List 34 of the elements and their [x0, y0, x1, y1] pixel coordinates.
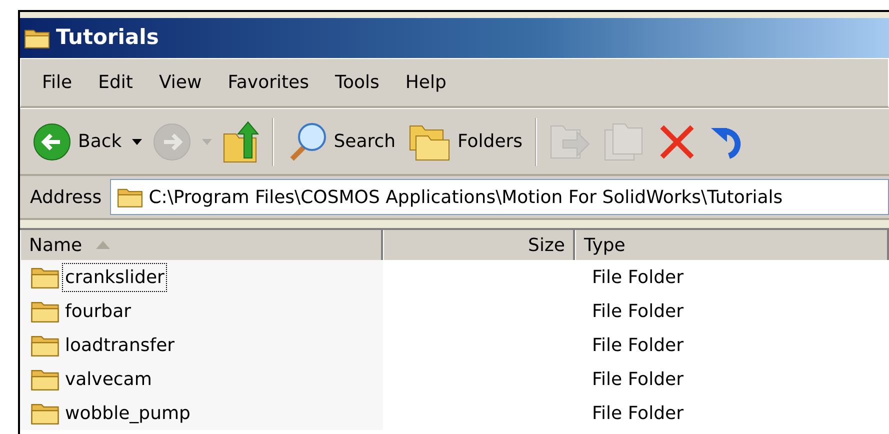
folder-icon [30, 299, 60, 323]
file-type: File Folder [591, 334, 684, 358]
menu-item[interactable]: Help [392, 69, 460, 96]
window-title: Tutorials [56, 24, 159, 52]
file-name[interactable]: fourbar [62, 296, 134, 326]
folder-icon [24, 27, 50, 49]
folder-icon [116, 186, 143, 208]
back-button[interactable]: Back [28, 114, 126, 170]
menu-item[interactable]: Favorites [214, 69, 322, 96]
folders-button[interactable]: Folders [404, 114, 527, 170]
sort-arrow-icon [96, 241, 110, 249]
menu-item[interactable]: File [29, 69, 86, 96]
file-type: File Folder [591, 402, 684, 426]
folder-icon [30, 333, 60, 357]
address-text: C:\Program Files\COSMOS Applications\Motion For SolidWorks\Tutorials [148, 186, 783, 210]
file-type: File Folder [591, 368, 684, 392]
column-header[interactable]: Type [575, 230, 889, 260]
file-type: File Folder [591, 300, 684, 324]
file-name[interactable]: crankslider [62, 262, 168, 292]
caret-icon [132, 138, 142, 144]
caret-icon [202, 138, 212, 144]
menu-item[interactable]: View [146, 69, 215, 96]
menu-item[interactable]: Tools [322, 69, 392, 96]
address-field[interactable]: C:\Program Files\COSMOS Applications\Motion For SolidWorks\Tutorials [110, 179, 889, 215]
folder-icon [30, 265, 60, 289]
folder-icon [30, 401, 60, 425]
file-type: File Folder [591, 266, 684, 290]
folder-icon [30, 367, 60, 391]
menu-item[interactable]: Edit [85, 69, 146, 96]
folder-up-icon [222, 120, 260, 164]
column-header[interactable]: Size [383, 230, 575, 260]
address-label: Address [30, 186, 102, 210]
search-button[interactable]: Search [282, 114, 400, 170]
copy-to-icon [602, 122, 645, 162]
